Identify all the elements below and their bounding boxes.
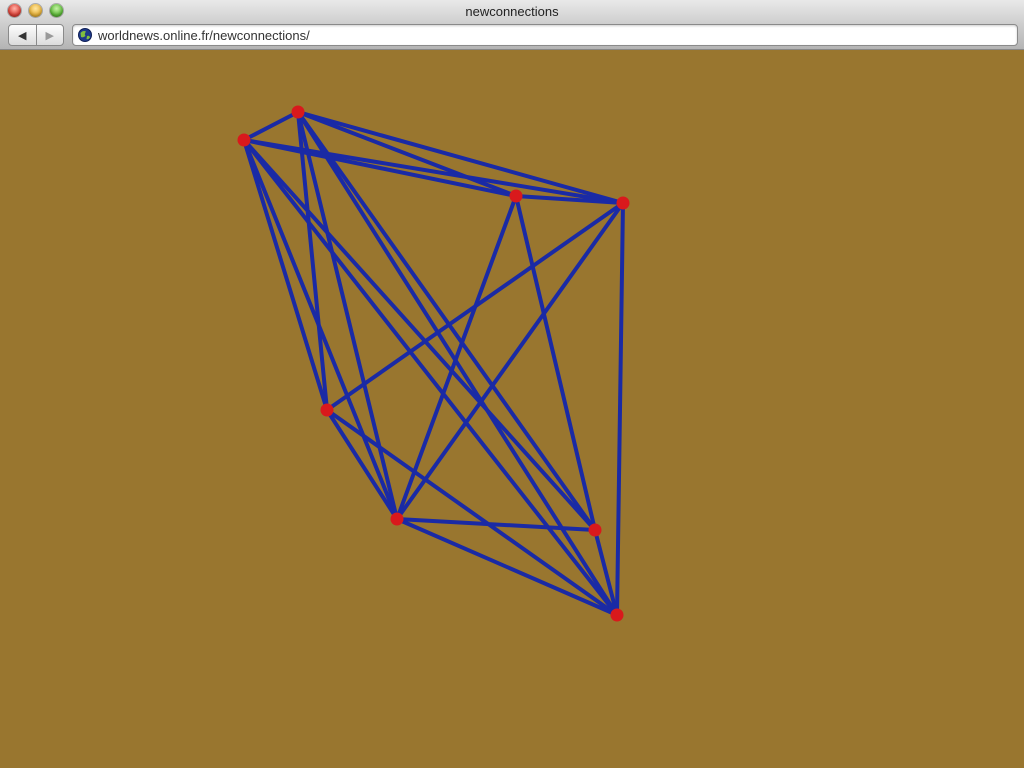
graph-node[interactable]: [588, 523, 602, 537]
graph-node[interactable]: [616, 196, 630, 210]
browser-window: newconnections ◀ ▶ worldnews.online.fr/n…: [0, 0, 1024, 768]
graph-node[interactable]: [237, 133, 251, 147]
forward-arrow-icon: ▶: [45, 29, 54, 42]
graph-node[interactable]: [610, 608, 624, 622]
forward-button[interactable]: ▶: [37, 25, 64, 45]
title-bar[interactable]: newconnections: [0, 0, 1024, 23]
graph-edge: [242, 138, 619, 617]
graph-edge: [395, 517, 619, 617]
graph-edge: [242, 110, 300, 142]
graph-edge: [514, 194, 597, 532]
url-text: worldnews.online.fr/newconnections/: [98, 28, 310, 43]
graph-edge: [395, 201, 625, 521]
back-button[interactable]: ◀: [9, 25, 37, 45]
graph-edge: [325, 408, 399, 521]
navigation-buttons: ◀ ▶: [8, 24, 64, 46]
graph-node[interactable]: [320, 403, 334, 417]
globe-icon: [78, 28, 92, 42]
back-arrow-icon: ◀: [18, 29, 27, 42]
page-content: [0, 50, 1024, 768]
graph-edge: [325, 201, 625, 412]
graph-node[interactable]: [291, 105, 305, 119]
browser-toolbar: ◀ ▶ worldnews.online.fr/newconnections/: [0, 23, 1024, 50]
graph-node[interactable]: [509, 189, 523, 203]
window-title: newconnections: [465, 4, 559, 19]
address-bar[interactable]: worldnews.online.fr/newconnections/: [72, 24, 1018, 46]
network-graph: [237, 105, 630, 622]
graph-node[interactable]: [390, 512, 404, 526]
graph-edge: [615, 201, 625, 617]
